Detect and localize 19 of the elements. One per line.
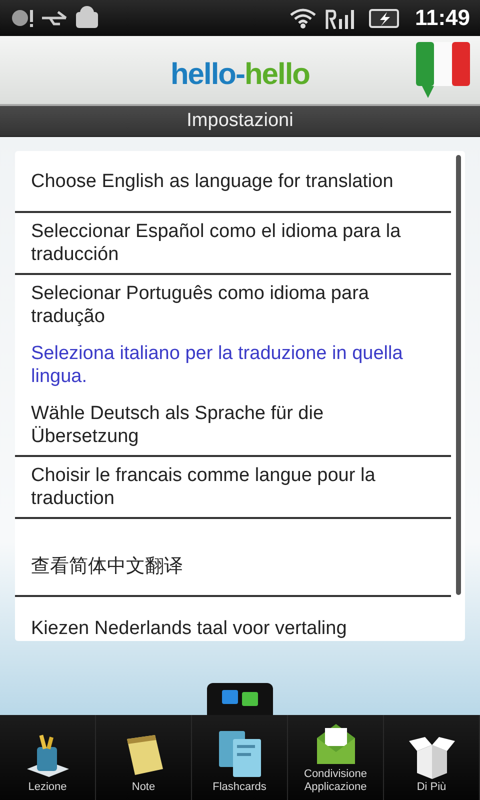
screen-title: Impostazioni: [186, 110, 294, 132]
flag-speech-bubble-icon[interactable]: [414, 40, 472, 100]
wifi-icon: [288, 7, 317, 29]
battery-icon: [366, 7, 401, 29]
language-option[interactable]: Choose English as language for translation: [31, 170, 394, 192]
language-option[interactable]: Choisir le francais comme langue pour la traduction: [31, 464, 435, 510]
nav-tab[interactable]: Condivisione Applicazione: [288, 715, 384, 800]
nav-tab[interactable]: Lezione: [0, 715, 96, 800]
app-logo: hello-hello: [170, 57, 310, 92]
language-option[interactable]: Wähle Deutsch als Sprache für die Übersetzung: [31, 402, 435, 448]
nav-tab[interactable]: Di Più: [384, 715, 480, 800]
clock-time: 11:49: [414, 5, 470, 31]
nav-tab[interactable]: Note: [96, 715, 192, 800]
language-option[interactable]: Kiezen Nederlands taal voor vertaling: [31, 616, 347, 640]
nav-tab[interactable]: Flashcards: [192, 715, 288, 800]
language-option[interactable]: Seleccionar Español como el idioma para la traducción: [31, 220, 435, 266]
language-option[interactable]: Seleziona italiano per la traduzione in quella lingua.: [31, 342, 435, 388]
language-option[interactable]: Selecionar Português como idioma para tradução: [31, 282, 435, 328]
language-option[interactable]: 查看简体中文翻译: [31, 554, 183, 578]
